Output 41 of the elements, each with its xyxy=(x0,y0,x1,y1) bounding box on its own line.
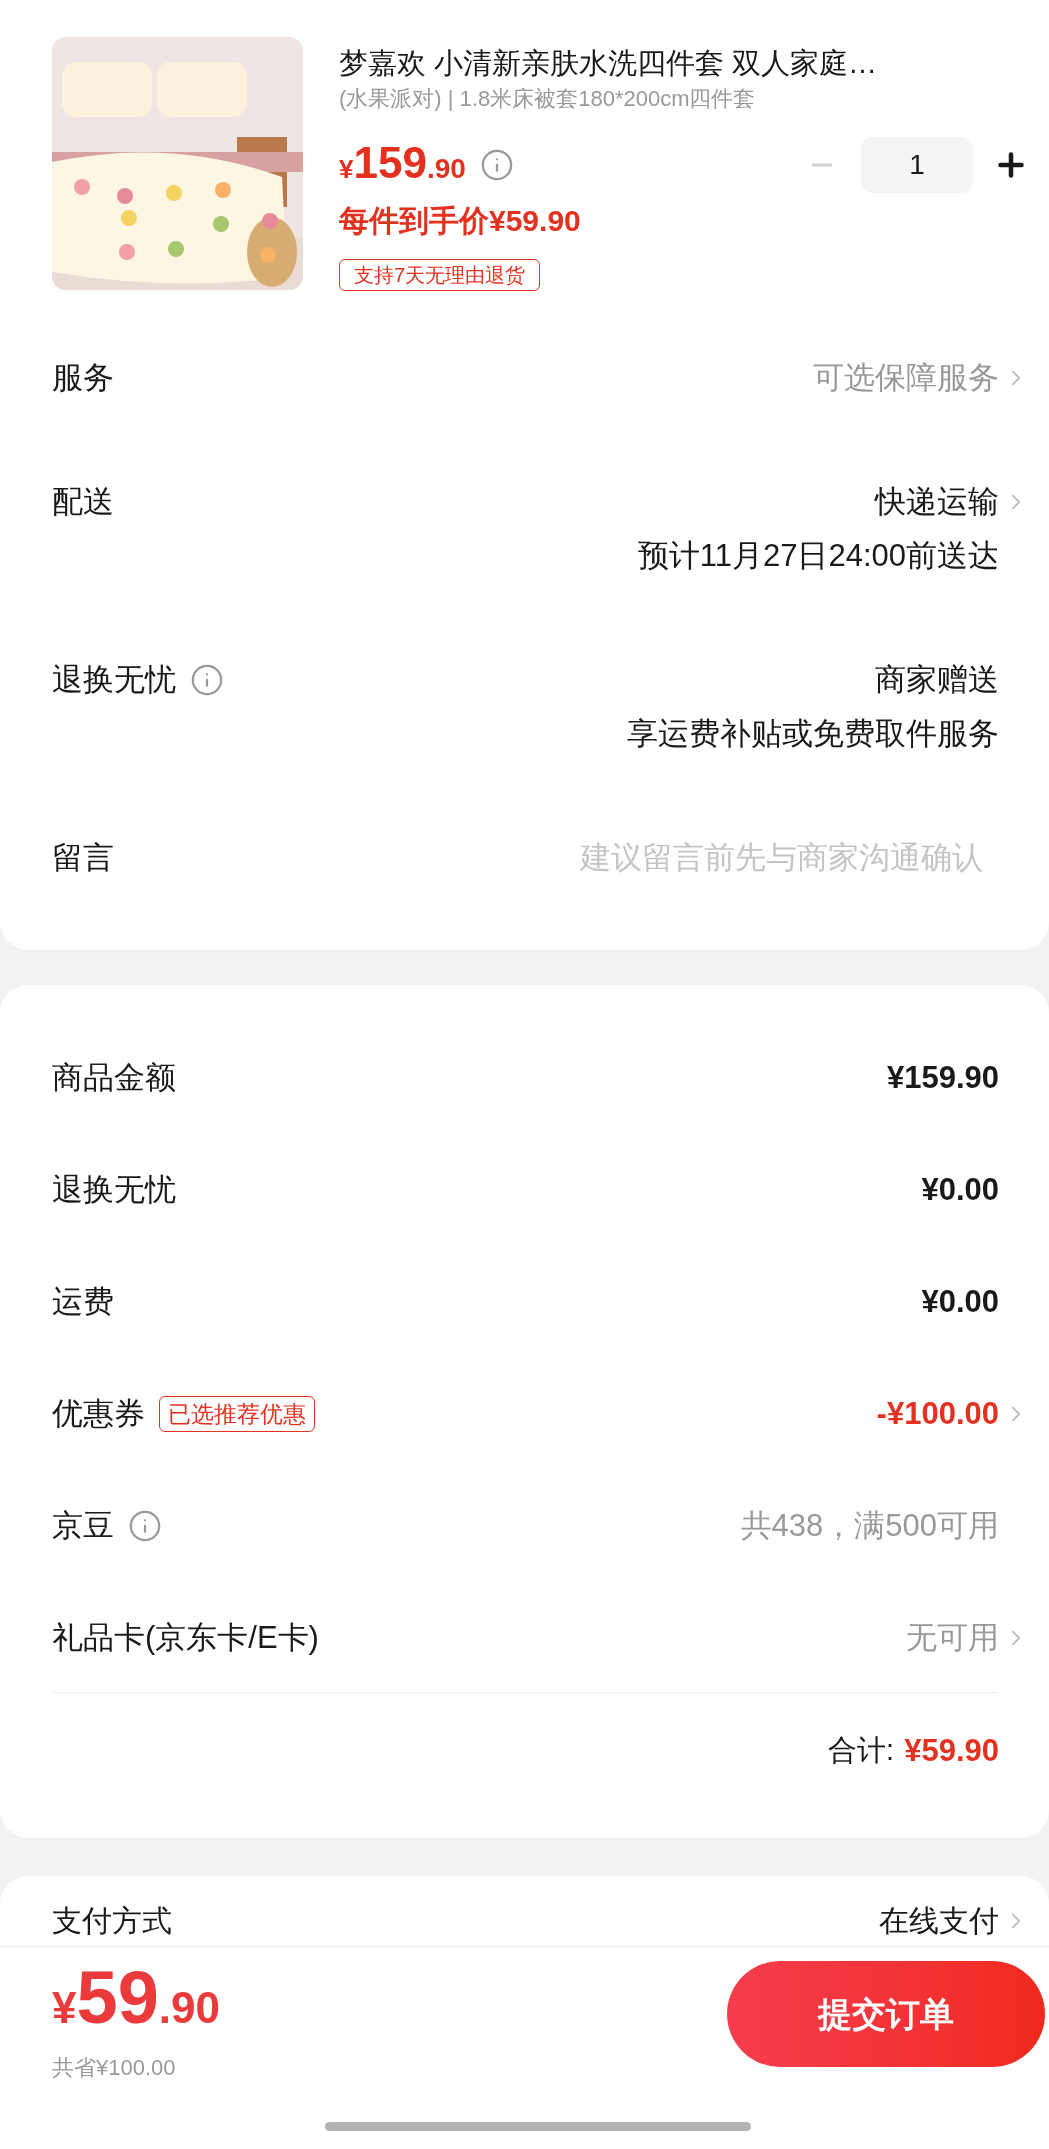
savings-text: 共省¥100.00 xyxy=(52,2054,177,2082)
row-label: 礼品卡(京东卡/E卡) xyxy=(52,1619,319,1657)
info-icon[interactable] xyxy=(190,663,224,697)
price-integer: 59 xyxy=(76,1961,159,2035)
row-label: 服务 xyxy=(52,359,114,397)
row-value[interactable]: 快递运输 xyxy=(875,482,999,522)
row-label: 退换无忧 xyxy=(52,661,176,699)
row-value: ¥0.00 xyxy=(920,1171,999,1209)
row-value: ¥159.90 xyxy=(885,1059,999,1097)
quantity-field[interactable]: 1 xyxy=(861,137,973,193)
info-icon[interactable] xyxy=(128,1509,162,1543)
message-field[interactable]: 建议留言前先与商家沟通确认 xyxy=(114,834,999,882)
product-spec: (水果派对) | 1.8米床被套180*200cm四件套 xyxy=(339,85,757,113)
row-value[interactable]: 在线支付 xyxy=(172,1902,999,1940)
per-item-price: 每件到手价¥59.90 xyxy=(339,203,582,239)
currency-symbol: ¥ xyxy=(339,153,354,186)
price-decimal: .90 xyxy=(426,151,466,186)
row-label: 商品金额 xyxy=(52,1059,176,1097)
total-value: ¥59.90 xyxy=(904,1731,999,1770)
row-subtext: 享运费补贴或免费取件服务 xyxy=(627,715,999,753)
info-icon[interactable] xyxy=(479,148,514,182)
row-subtext: 预计11月27日24:00前送达 xyxy=(637,537,999,575)
price-decimal: .90 xyxy=(158,1982,220,2034)
return-policy-tag: 支持7天无理由退货 xyxy=(339,259,541,291)
row-value: ¥0.00 xyxy=(920,1283,999,1321)
total-label: 合计: xyxy=(828,1733,895,1769)
row-value: 共438，满500可用 xyxy=(739,1507,999,1545)
row-label: 退换无忧 xyxy=(52,1171,176,1209)
row-label: 运费 xyxy=(52,1283,114,1321)
currency-symbol: ¥ xyxy=(52,1983,77,2034)
row-value[interactable]: 商家赠送 xyxy=(875,660,999,700)
row-value[interactable]: -¥100.00 xyxy=(315,1394,999,1434)
coupon-tag: 已选推荐优惠 xyxy=(159,1396,315,1432)
row-label: 支付方式 xyxy=(52,1903,172,1939)
submit-order-button[interactable]: 提交订单 xyxy=(727,1961,1045,2067)
row-label: 留言 xyxy=(52,839,114,877)
row-label: 配送 xyxy=(52,483,114,521)
row-label: 京豆 xyxy=(52,1507,114,1545)
price-integer: 159 xyxy=(353,140,427,185)
product-title[interactable]: 梦嘉欢 小清新亲肤水洗四件套 双人家庭… xyxy=(339,43,1029,83)
row-label: 优惠券 xyxy=(52,1395,145,1433)
